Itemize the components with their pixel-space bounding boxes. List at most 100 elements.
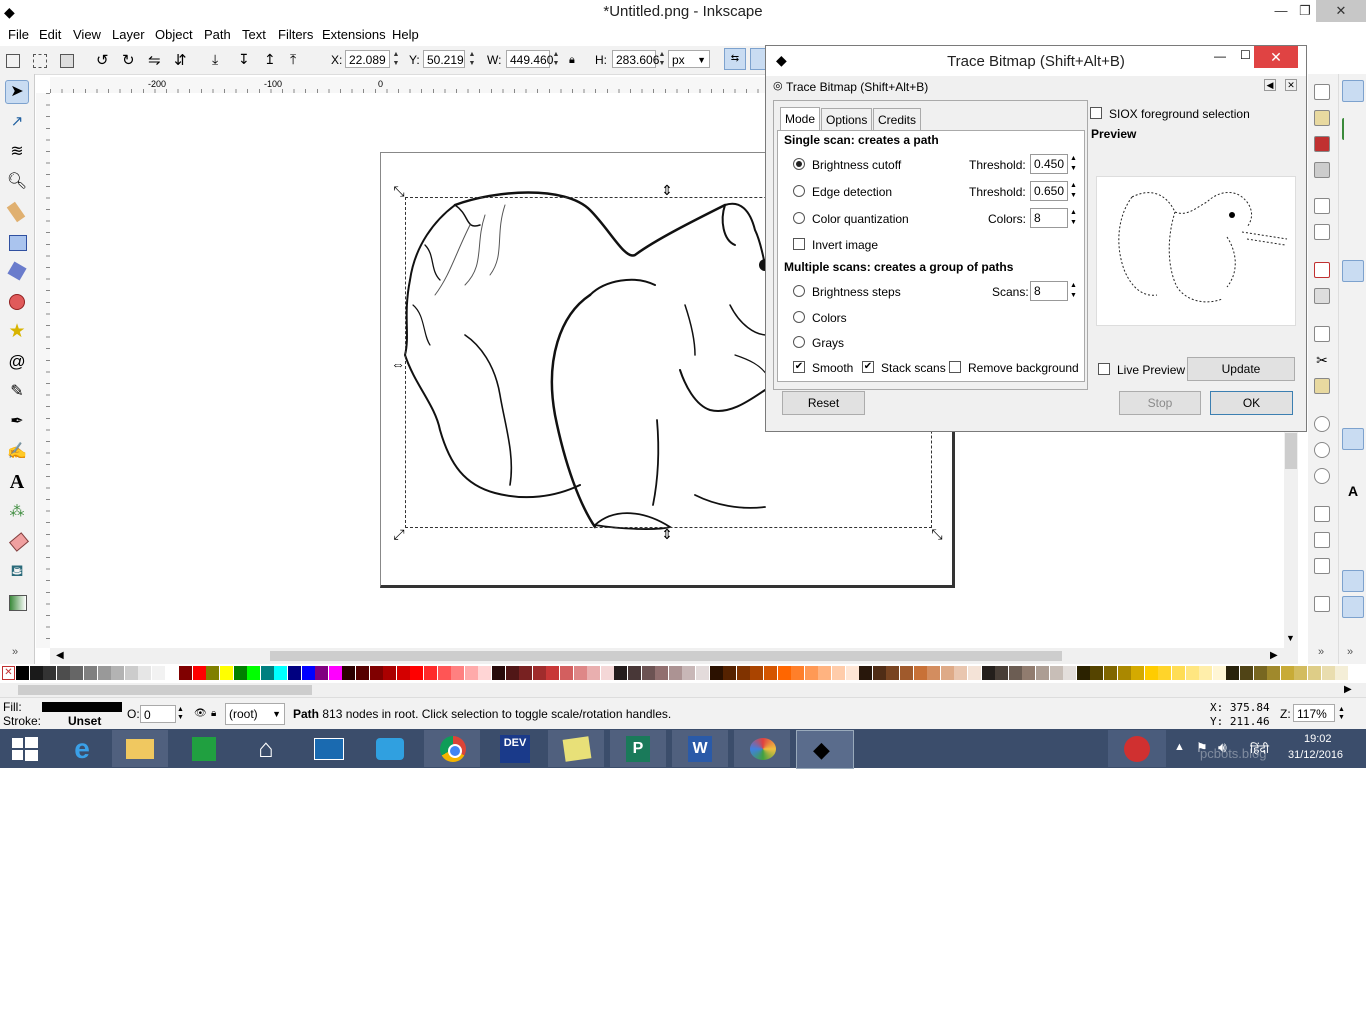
snap-midpoints-icon[interactable]	[1342, 390, 1364, 412]
color-swatch[interactable]	[764, 666, 777, 680]
color-swatch[interactable]	[70, 666, 84, 680]
paint-bucket-tool-icon[interactable]: ⛾	[5, 560, 29, 584]
color-swatch[interactable]	[927, 666, 941, 680]
export-icon[interactable]	[1314, 224, 1330, 240]
siox-checkbox[interactable]	[1090, 107, 1102, 119]
color-swatch[interactable]	[614, 666, 628, 680]
undo-icon[interactable]	[1314, 262, 1330, 278]
pen-tool-icon[interactable]: ✒	[5, 410, 29, 434]
redo-icon[interactable]	[1314, 288, 1330, 304]
stack-scans-label[interactable]: Stack scans	[881, 361, 946, 375]
color-swatch[interactable]	[1308, 666, 1321, 680]
ellipse-tool-icon[interactable]	[5, 290, 29, 314]
brightness-threshold-spinner[interactable]: ▲ ▼	[1069, 154, 1078, 174]
ok-button[interactable]: OK	[1210, 391, 1293, 415]
brightness-threshold-input[interactable]: 0.450	[1030, 154, 1068, 174]
snap-bbox-corner-icon[interactable]	[1342, 170, 1364, 192]
color-swatch[interactable]	[274, 666, 288, 680]
color-swatch[interactable]	[1280, 666, 1294, 680]
color-swatch[interactable]	[859, 666, 873, 680]
node-tool-icon[interactable]: ↗	[5, 110, 29, 134]
snap-intersections-icon[interactable]	[1342, 312, 1364, 334]
scale-stroke-icon[interactable]: ⇆	[724, 48, 746, 70]
grays-radio[interactable]	[793, 336, 805, 348]
color-swatch[interactable]	[940, 666, 954, 680]
color-swatch[interactable]	[97, 666, 111, 680]
color-swatch[interactable]	[288, 666, 301, 680]
invert-image-label[interactable]: Invert image	[812, 238, 878, 252]
color-swatch[interactable]	[29, 666, 43, 680]
stack-scans-checkbox[interactable]: ✔	[862, 361, 874, 373]
no-paint-swatch[interactable]: ✕	[2, 666, 15, 680]
mail-icon[interactable]	[362, 730, 418, 767]
rotate-ccw-icon[interactable]: ↺	[96, 51, 114, 69]
rectangle-tool-icon[interactable]	[5, 230, 29, 254]
color-swatch[interactable]	[995, 666, 1009, 680]
color-swatch[interactable]	[1076, 666, 1090, 680]
reset-button[interactable]: Reset	[782, 391, 865, 415]
clock-time[interactable]: 19:02	[1304, 733, 1332, 745]
zoom-tool-icon[interactable]: 🔍︎	[5, 170, 29, 194]
palette-scroll-right-icon[interactable]: ▶	[1344, 684, 1352, 695]
color-swatch[interactable]	[437, 666, 451, 680]
3d-box-tool-icon[interactable]	[5, 260, 29, 284]
color-swatch[interactable]	[954, 666, 968, 680]
snap-paths-icon[interactable]	[1342, 286, 1364, 308]
layer-select[interactable]: (root) ▼	[225, 703, 285, 725]
chrome-icon[interactable]	[424, 730, 480, 767]
color-swatch[interactable]	[900, 666, 913, 680]
snap-page-border-icon[interactable]	[1342, 544, 1364, 566]
live-preview-label[interactable]: Live Preview	[1117, 363, 1185, 377]
color-swatch[interactable]	[1253, 666, 1267, 680]
color-swatch[interactable]	[560, 666, 573, 680]
color-swatch[interactable]	[84, 666, 97, 680]
scroll-right-icon[interactable]: ▶	[1270, 650, 1278, 661]
color-swatch[interactable]	[1144, 666, 1158, 680]
panel-collapse-icon[interactable]: ◀	[1264, 79, 1276, 91]
color-swatch[interactable]	[832, 666, 845, 680]
color-swatch[interactable]	[981, 666, 995, 680]
menu-edit[interactable]: Edit	[39, 27, 61, 42]
stop-button[interactable]: Stop	[1119, 391, 1201, 415]
color-swatch[interactable]	[16, 666, 29, 680]
color-swatch[interactable]	[247, 666, 261, 680]
start-button[interactable]	[0, 730, 56, 767]
color-swatch[interactable]	[804, 666, 818, 680]
color-swatch[interactable]	[750, 666, 764, 680]
color-swatch[interactable]	[492, 666, 505, 680]
zoom-spinner[interactable]: ▲ ▼	[1338, 706, 1345, 722]
zoom-drawing-icon[interactable]	[1314, 442, 1330, 458]
color-swatch[interactable]	[1267, 666, 1281, 680]
color-swatch[interactable]	[818, 666, 832, 680]
menu-file[interactable]: File	[8, 27, 29, 42]
home-icon[interactable]: ⌂	[238, 730, 294, 767]
color-swatch[interactable]	[233, 666, 247, 680]
color-quantization-radio[interactable]	[793, 212, 805, 224]
color-swatch[interactable]	[111, 666, 125, 680]
color-swatch[interactable]	[532, 666, 546, 680]
x-spinner-arrows[interactable]: ▲ ▼	[391, 50, 401, 68]
h-input[interactable]: 283.606	[612, 50, 659, 68]
color-swatch[interactable]	[424, 666, 437, 680]
color-swatch[interactable]	[723, 666, 737, 680]
notification-app-icon[interactable]	[1108, 730, 1166, 767]
scans-input[interactable]: 8	[1030, 281, 1068, 301]
calligraphy-tool-icon[interactable]: ✍	[5, 440, 29, 464]
remove-background-checkbox[interactable]	[949, 361, 961, 373]
sticky-notes-icon[interactable]	[548, 730, 604, 767]
color-swatch[interactable]	[600, 666, 614, 680]
dev-cpp-icon[interactable]: DEV	[486, 730, 542, 767]
color-swatch[interactable]	[519, 666, 533, 680]
color-swatch[interactable]	[220, 666, 233, 680]
scale-handle-bottom-right[interactable]: ⤡	[930, 527, 944, 541]
color-swatch[interactable]	[573, 666, 587, 680]
colors-count-spinner[interactable]: ▲ ▼	[1069, 208, 1078, 228]
color-swatch[interactable]	[845, 666, 859, 680]
duplicate-icon[interactable]	[1314, 506, 1330, 522]
color-swatch[interactable]	[777, 666, 791, 680]
color-quantization-label[interactable]: Color quantization	[812, 212, 909, 226]
color-swatch[interactable]	[1199, 666, 1213, 680]
color-swatch[interactable]	[206, 666, 220, 680]
show-hidden-icons-icon[interactable]: ▲	[1174, 741, 1185, 753]
menu-view[interactable]: View	[73, 27, 101, 42]
